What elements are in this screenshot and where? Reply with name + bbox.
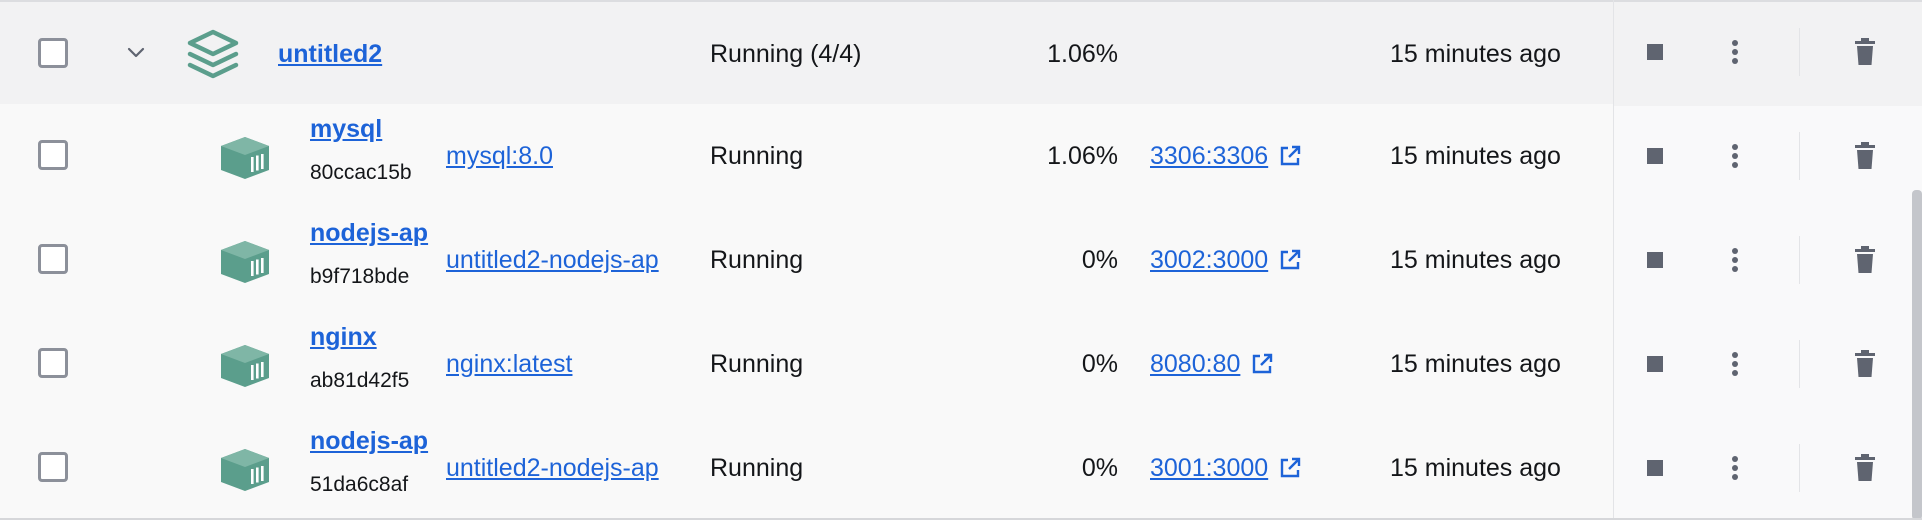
more-actions-button[interactable] (1719, 244, 1751, 276)
trash-icon (1855, 246, 1875, 273)
divider (1799, 132, 1800, 180)
more-actions-button[interactable] (1719, 140, 1751, 172)
row-actions (0, 208, 1922, 312)
more-vertical-icon (1732, 456, 1738, 480)
trash-icon (1855, 454, 1875, 481)
stop-icon (1647, 356, 1663, 372)
more-actions-button[interactable] (1719, 36, 1751, 68)
divider (1799, 340, 1800, 388)
stop-button[interactable] (1639, 348, 1671, 380)
stop-icon (1647, 148, 1663, 164)
more-vertical-icon (1732, 40, 1738, 64)
stop-button[interactable] (1639, 140, 1671, 172)
divider (1799, 444, 1800, 492)
vertical-scrollbar[interactable] (1912, 190, 1922, 520)
more-actions-button[interactable] (1719, 348, 1751, 380)
row-actions (0, 104, 1922, 208)
divider (0, 518, 1922, 520)
row-actions (0, 416, 1922, 520)
more-vertical-icon (1732, 248, 1738, 272)
stop-button[interactable] (1639, 452, 1671, 484)
delete-button[interactable] (1849, 140, 1881, 172)
group-actions (0, 0, 1922, 104)
stop-button[interactable] (1639, 244, 1671, 276)
trash-icon (1855, 38, 1875, 65)
delete-button[interactable] (1849, 348, 1881, 380)
delete-button[interactable] (1849, 244, 1881, 276)
more-vertical-icon (1732, 352, 1738, 376)
stop-icon (1647, 252, 1663, 268)
more-vertical-icon (1732, 144, 1738, 168)
containers-table: untitled2 Running (4/4) 1.06% 15 minutes… (0, 0, 1922, 520)
row-actions (0, 312, 1922, 416)
divider (1799, 236, 1800, 284)
trash-icon (1855, 350, 1875, 377)
trash-icon (1855, 142, 1875, 169)
divider (1799, 28, 1800, 76)
more-actions-button[interactable] (1719, 452, 1751, 484)
delete-button[interactable] (1849, 36, 1881, 68)
stop-icon (1647, 460, 1663, 476)
delete-button[interactable] (1849, 452, 1881, 484)
stop-button[interactable] (1639, 36, 1671, 68)
stop-icon (1647, 44, 1663, 60)
